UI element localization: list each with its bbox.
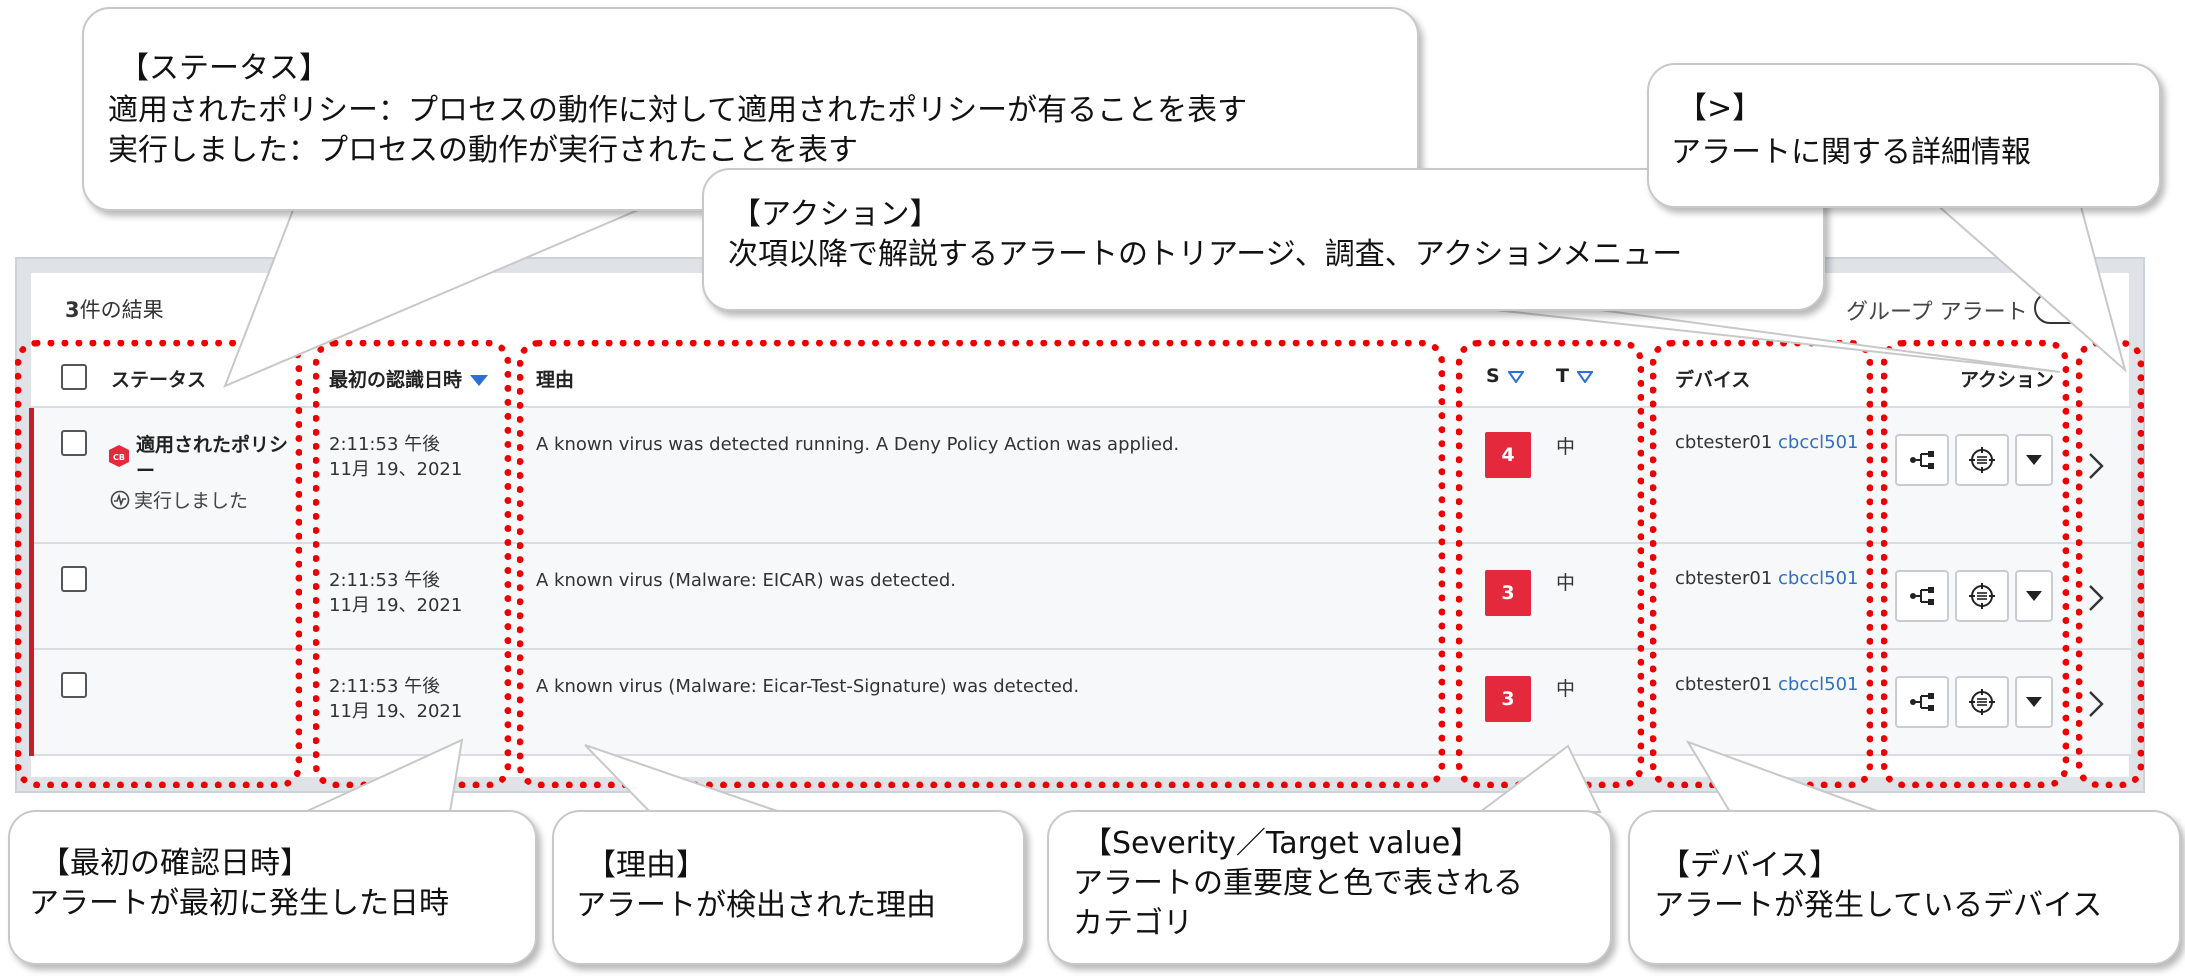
callout-status-line2: 実行しました：プロセスの動作が実行されたことを表す bbox=[108, 133, 858, 168]
callout-status-title: 【ステータス】 bbox=[119, 51, 329, 86]
highlight-detail-column bbox=[2076, 340, 2144, 788]
callout-device-title: 【デバイス】 bbox=[1660, 848, 1840, 883]
results-count-number: 3 bbox=[65, 298, 80, 322]
callout-first-seen: 【最初の確認日時】 アラートが最初に発生した日時 bbox=[8, 810, 537, 965]
callout-first-seen-line1: アラートが最初に発生した日時 bbox=[29, 886, 449, 921]
callout-detail-title: 【>】 bbox=[1677, 91, 1763, 126]
highlight-reason-column bbox=[517, 340, 1445, 788]
highlight-first-seen-column bbox=[313, 340, 511, 788]
callout-reason-line1: アラートが検出された理由 bbox=[576, 888, 936, 923]
callout-detail-line1: アラートに関する詳細情報 bbox=[1671, 135, 2031, 170]
group-alerts-label: グループ アラート bbox=[1846, 300, 2028, 325]
callout-severity: 【Severity／Target value】 アラートの重要度と色で表される … bbox=[1047, 810, 1612, 965]
highlight-status-column bbox=[15, 340, 302, 788]
callout-action-line1: 次項以降で解説するアラートのトリアージ、調査、アクションメニュー bbox=[728, 237, 1683, 272]
highlight-device-column bbox=[1650, 340, 1873, 788]
callout-device: 【デバイス】 アラートが発生しているデバイス bbox=[1628, 810, 2181, 965]
callout-first-seen-title: 【最初の確認日時】 bbox=[40, 846, 310, 881]
results-count-label: 件の結果 bbox=[79, 298, 164, 322]
callout-severity-line2: カテゴリ bbox=[1073, 906, 1193, 941]
group-alerts-toggle[interactable] bbox=[2034, 292, 2094, 324]
callout-reason-title: 【理由】 bbox=[586, 848, 706, 883]
results-count: 3件の結果 bbox=[65, 294, 164, 324]
toggle-knob bbox=[2062, 292, 2094, 324]
callout-detail: 【>】 アラートに関する詳細情報 bbox=[1647, 63, 2161, 208]
callout-status-line1: 適用されたポリシー：プロセスの動作に対して適用されたポリシーが有ることを表す bbox=[108, 93, 1248, 128]
highlight-actions-column bbox=[1881, 340, 2069, 788]
callout-severity-title: 【Severity／Target value】 bbox=[1082, 826, 1481, 861]
callout-device-line1: アラートが発生しているデバイス bbox=[1654, 888, 2103, 923]
highlight-severity-target-columns bbox=[1456, 340, 1644, 788]
callout-action-title: 【アクション】 bbox=[731, 197, 940, 232]
callout-reason: 【理由】 アラートが検出された理由 bbox=[552, 810, 1025, 965]
callout-severity-line1: アラートの重要度と色で表される bbox=[1073, 866, 1523, 901]
